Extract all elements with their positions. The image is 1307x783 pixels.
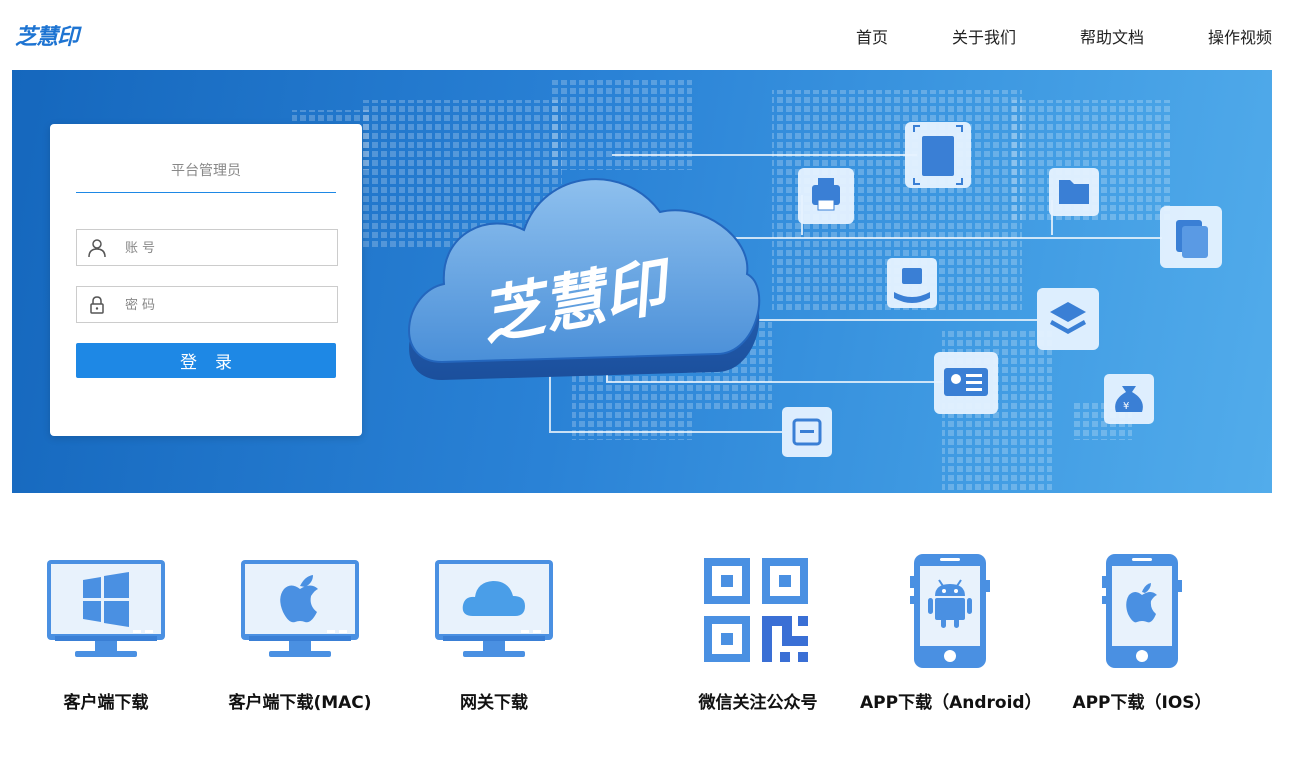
download-gateway-label: 网关下载	[460, 693, 528, 713]
nav-videos[interactable]: 操作视频	[1208, 24, 1272, 48]
user-icon	[88, 239, 106, 258]
login-role-underline	[76, 192, 336, 193]
apple-monitor-icon	[241, 560, 359, 657]
unlock-hand-tile-icon	[887, 258, 937, 308]
nav-about[interactable]: 关于我们	[952, 24, 1016, 48]
nav-home[interactable]: 首页	[856, 24, 888, 48]
wechat-follow[interactable]: 微信关注公众号	[668, 548, 848, 728]
cloud-monitor-icon	[435, 560, 553, 657]
layers-tile-icon	[1037, 288, 1099, 350]
id-card-tile-icon	[934, 352, 998, 414]
document-scan-tile-icon	[905, 122, 971, 188]
login-role-title[interactable]: 平台管理员	[76, 160, 336, 180]
qr-code-icon	[704, 558, 808, 662]
download-ios-label: APP下载（IOS）	[1072, 693, 1212, 713]
download-windows-label: 客户端下载	[63, 693, 149, 713]
lock-icon	[90, 296, 104, 314]
account-field[interactable]	[76, 229, 338, 266]
wechat-follow-label: 微信关注公众号	[698, 693, 818, 713]
login-button[interactable]: 登录	[76, 343, 336, 378]
brand-logo[interactable]: 芝慧印	[15, 19, 79, 51]
nav-help-docs[interactable]: 帮助文档	[1080, 24, 1144, 48]
download-android-app[interactable]: APP下载（Android）	[860, 548, 1042, 728]
login-card: 平台管理员 登录	[50, 124, 362, 436]
scan-frame-tile-icon	[782, 407, 832, 457]
account-input[interactable]	[125, 236, 325, 260]
password-input[interactable]	[125, 293, 325, 317]
folder-tile-icon	[1049, 168, 1099, 216]
android-phone-icon	[910, 554, 990, 668]
svg-text:¥: ¥	[1123, 401, 1129, 412]
download-gateway[interactable]: 网关下载	[404, 548, 584, 728]
windows-monitor-icon	[47, 560, 165, 657]
ios-phone-icon	[1102, 554, 1182, 668]
files-tile-icon	[1160, 206, 1222, 268]
download-windows-client[interactable]: 客户端下载	[16, 548, 196, 728]
download-android-label: APP下载（Android）	[860, 693, 1042, 713]
download-ios-app[interactable]: APP下载（IOS）	[1052, 548, 1232, 728]
top-header: 芝慧印 首页 关于我们 帮助文档 操作视频	[0, 0, 1307, 70]
printer-tile-icon	[798, 168, 854, 224]
download-mac-client[interactable]: 客户端下载(MAC)	[210, 548, 390, 728]
download-mac-label: 客户端下载(MAC)	[228, 693, 372, 713]
money-bag-tile-icon: ¥	[1104, 374, 1154, 424]
password-field[interactable]	[76, 286, 338, 323]
